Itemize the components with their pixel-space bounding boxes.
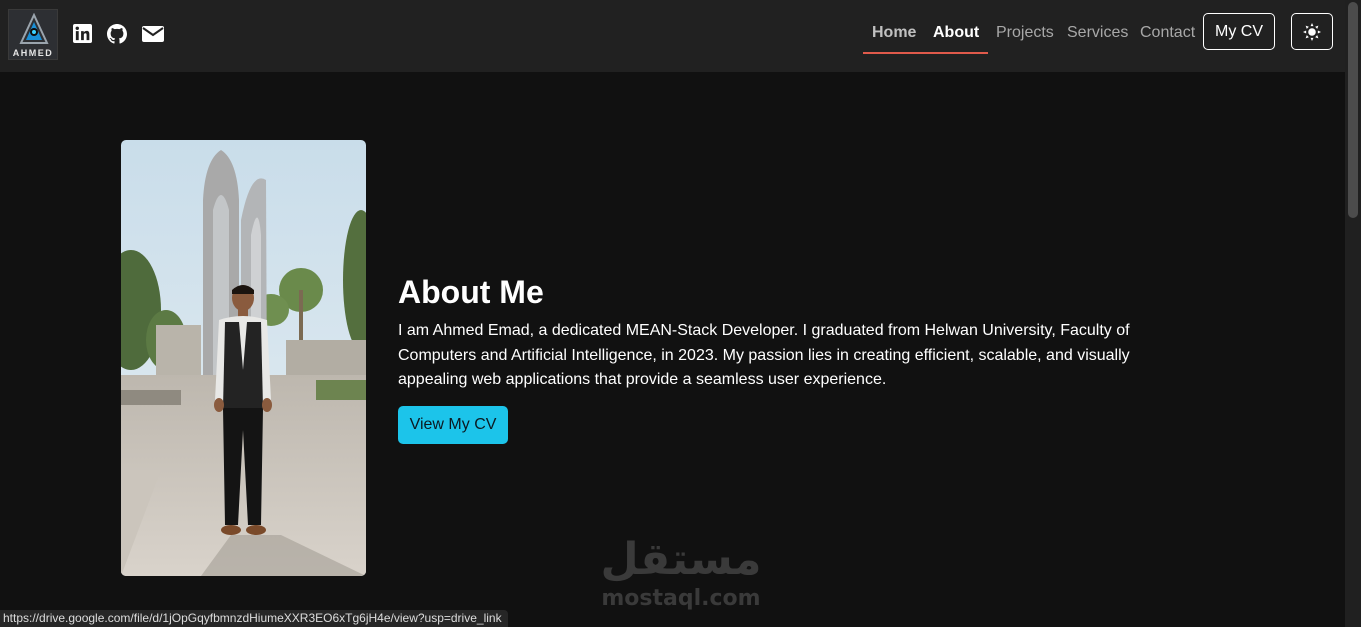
watermark-arabic: مستقل (600, 534, 762, 585)
navbar: AHMED Home About Projects Services Conta… (0, 0, 1345, 72)
nav-projects[interactable]: Projects (996, 24, 1054, 42)
active-nav-indicator (863, 52, 988, 54)
nav-home[interactable]: Home (872, 24, 916, 42)
sun-icon (1303, 23, 1321, 41)
about-description: I am Ahmed Emad, a dedicated MEAN-Stack … (398, 322, 1130, 388)
mostaql-watermark: مستقل mostaql.com (596, 534, 766, 616)
brand-logo[interactable]: AHMED (8, 9, 58, 60)
scrollbar-thumb[interactable] (1348, 2, 1358, 218)
envelope-icon (142, 26, 164, 42)
linkedin-icon (73, 24, 92, 43)
my-cv-button[interactable]: My CV (1203, 13, 1275, 50)
view-cv-button[interactable]: View My CV (398, 406, 508, 444)
about-title: About Me (398, 274, 544, 310)
link-status-url: https://drive.google.com/file/d/1jOpGqyf… (0, 610, 508, 627)
nav-about[interactable]: About (933, 24, 979, 42)
logo-text: AHMED (12, 48, 54, 58)
nav-contact[interactable]: Contact (1140, 24, 1195, 42)
theme-toggle-button[interactable] (1291, 13, 1333, 50)
profile-photo (121, 140, 366, 576)
email-link[interactable] (142, 24, 164, 44)
github-icon (107, 24, 127, 44)
nav-services[interactable]: Services (1067, 24, 1128, 42)
logo-emblem-icon (19, 13, 49, 44)
github-link[interactable] (107, 24, 127, 44)
linkedin-link[interactable] (73, 24, 93, 44)
watermark-latin: mostaql.com (601, 586, 761, 611)
page-scrollbar[interactable] (1345, 0, 1361, 627)
